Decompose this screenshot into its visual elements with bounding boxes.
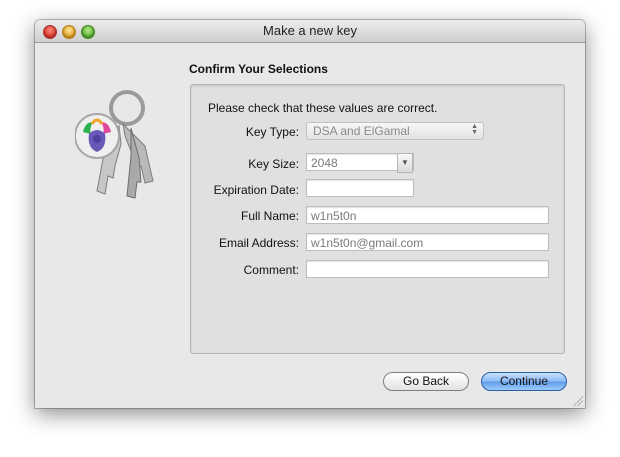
title-bar[interactable]: Make a new key [35, 20, 585, 43]
section-heading: Confirm Your Selections [189, 62, 328, 76]
close-window-icon[interactable] [43, 25, 57, 39]
comment-label: Comment: [243, 263, 299, 277]
key-type-value: DSA and ElGamal [313, 124, 410, 138]
continue-button[interactable]: Continue [481, 372, 567, 391]
gpg-keychain-icon [75, 90, 154, 199]
updown-arrows-icon: ▲ ▼ [471, 123, 478, 136]
comment-field[interactable] [306, 260, 549, 278]
window-title: Make a new key [263, 23, 357, 38]
minimize-window-icon[interactable] [62, 25, 76, 39]
key-size-combo[interactable]: 2048 ▼ [306, 153, 414, 173]
expiration-date-label: Expiration Date: [213, 183, 299, 197]
full-name-field[interactable]: w1n5t0n [306, 206, 549, 224]
resize-grip-icon[interactable] [573, 396, 583, 406]
key-type-popup[interactable]: DSA and ElGamal ▲ ▼ [306, 122, 484, 140]
key-type-label: Key Type: [245, 125, 299, 139]
go-back-button[interactable]: Go Back [383, 372, 469, 391]
full-name-label: Full Name: [240, 209, 299, 223]
dialog-window: Make a new key Confirm Your Selections P… [35, 20, 585, 408]
key-size-value: 2048 [311, 156, 338, 170]
expiration-date-field[interactable] [306, 179, 414, 197]
selections-panel: Please check that these values are corre… [190, 84, 565, 354]
instructions-text: Please check that these values are corre… [208, 101, 438, 115]
triangle-down-icon[interactable]: ▼ [397, 153, 413, 173]
email-address-field[interactable]: w1n5t0n@gmail.com [306, 233, 549, 251]
email-address-label: Email Address: [218, 236, 299, 250]
key-size-label: Key Size: [248, 157, 299, 171]
zoom-window-icon[interactable] [81, 25, 95, 39]
